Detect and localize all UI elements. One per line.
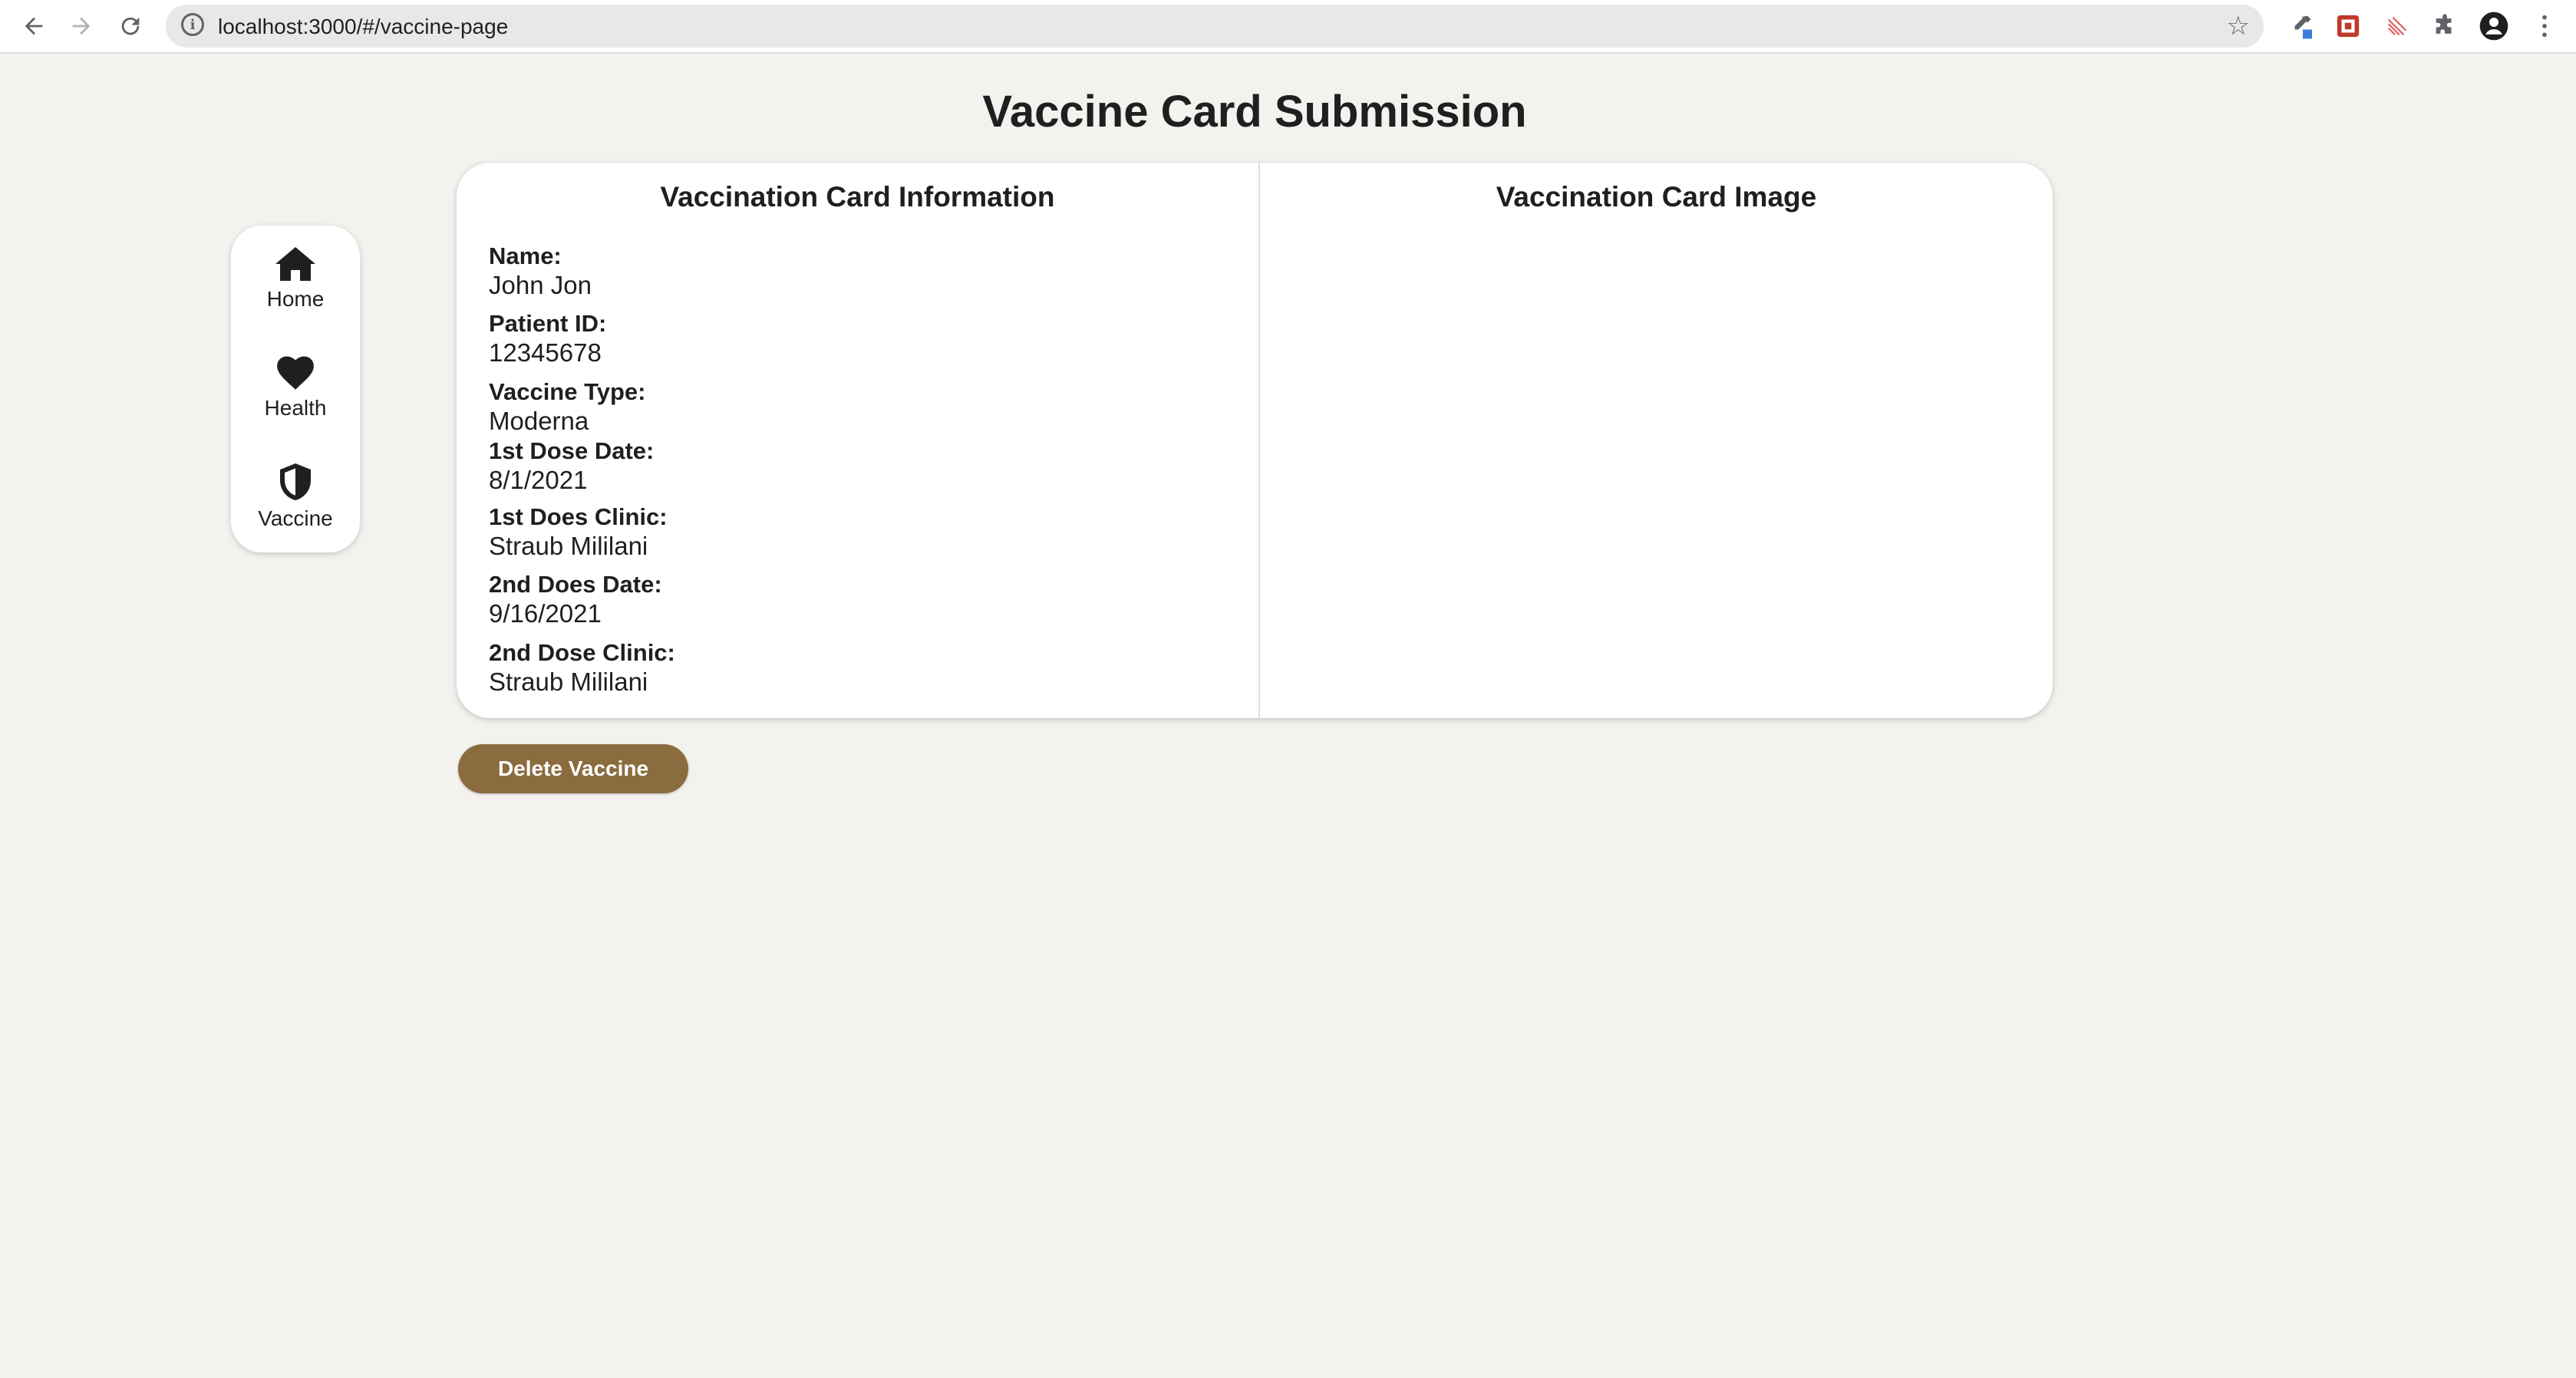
field-label: 1st Does Clinic:: [489, 503, 668, 530]
stripes-extension-icon[interactable]: [2382, 11, 2413, 41]
field-first-dose-clinic: 1st Does Clinic: Straub Mililani: [489, 503, 668, 562]
bookmark-star-icon[interactable]: ☆: [2227, 11, 2250, 41]
field-value: Moderna: [489, 407, 589, 435]
profile-avatar-icon[interactable]: [2479, 11, 2509, 41]
heart-icon: [277, 356, 314, 390]
side-navigation: Home Health Vaccine: [231, 226, 360, 552]
card-divider: [1258, 163, 1260, 718]
field-value: Straub Mililani: [489, 532, 648, 560]
browser-toolbar: i localhost:3000/#/vaccine-page ☆: [0, 0, 2576, 54]
menu-kebab-icon[interactable]: [2529, 11, 2560, 41]
field-label: 1st Dose Date:: [489, 437, 655, 464]
puzzle-extensions-icon[interactable]: [2429, 11, 2460, 41]
field-label: 2nd Does Date:: [489, 571, 662, 598]
field-value: 8/1/2021: [489, 466, 588, 494]
url-text[interactable]: localhost:3000/#/vaccine-page: [218, 15, 508, 39]
field-value: John Jon: [489, 271, 592, 299]
card-image-heading: Vaccination Card Image: [1496, 181, 1817, 213]
field-label: Vaccine Type:: [489, 378, 646, 405]
field-label: Name:: [489, 242, 562, 269]
red-extension-icon[interactable]: [2333, 11, 2363, 41]
field-label: Patient ID:: [489, 310, 607, 337]
nav-item-health[interactable]: Health: [231, 353, 360, 420]
field-name: Name: John Jon: [489, 242, 592, 301]
home-icon: [275, 247, 315, 281]
field-label: 2nd Dose Clinic:: [489, 639, 675, 666]
nav-item-vaccine[interactable]: Vaccine: [231, 462, 360, 531]
shield-icon: [280, 463, 311, 500]
card-info-heading: Vaccination Card Information: [660, 181, 1055, 213]
delete-vaccine-button[interactable]: Delete Vaccine: [458, 744, 688, 793]
eyedropper-extension-icon[interactable]: [2285, 11, 2316, 41]
nav-item-health-label: Health: [264, 396, 327, 420]
field-first-dose-date: 1st Dose Date: 8/1/2021: [489, 437, 654, 496]
info-icon[interactable]: i: [181, 13, 204, 36]
field-value: Straub Mililani: [489, 668, 648, 696]
field-value: 9/16/2021: [489, 599, 602, 628]
forward-icon[interactable]: [61, 6, 101, 46]
field-second-dose-clinic: 2nd Dose Clinic: Straub Mililani: [489, 639, 675, 697]
nav-item-vaccine-label: Vaccine: [258, 506, 333, 530]
field-second-dose-date: 2nd Does Date: 9/16/2021: [489, 571, 662, 629]
nav-item-home[interactable]: Home: [231, 246, 360, 312]
page-title: Vaccine Card Submission: [982, 87, 1527, 137]
field-vaccine-type: Vaccine Type: Moderna: [489, 378, 645, 437]
back-icon[interactable]: [14, 6, 54, 46]
field-patient-id: Patient ID: 12345678: [489, 310, 606, 368]
reload-icon[interactable]: [110, 6, 150, 46]
field-value: 12345678: [489, 338, 602, 367]
vaccination-card-panel: Vaccination Card Information Vaccination…: [457, 163, 2053, 718]
nav-item-home-label: Home: [266, 287, 325, 311]
address-bar[interactable]: i localhost:3000/#/vaccine-page ☆: [166, 5, 2264, 48]
